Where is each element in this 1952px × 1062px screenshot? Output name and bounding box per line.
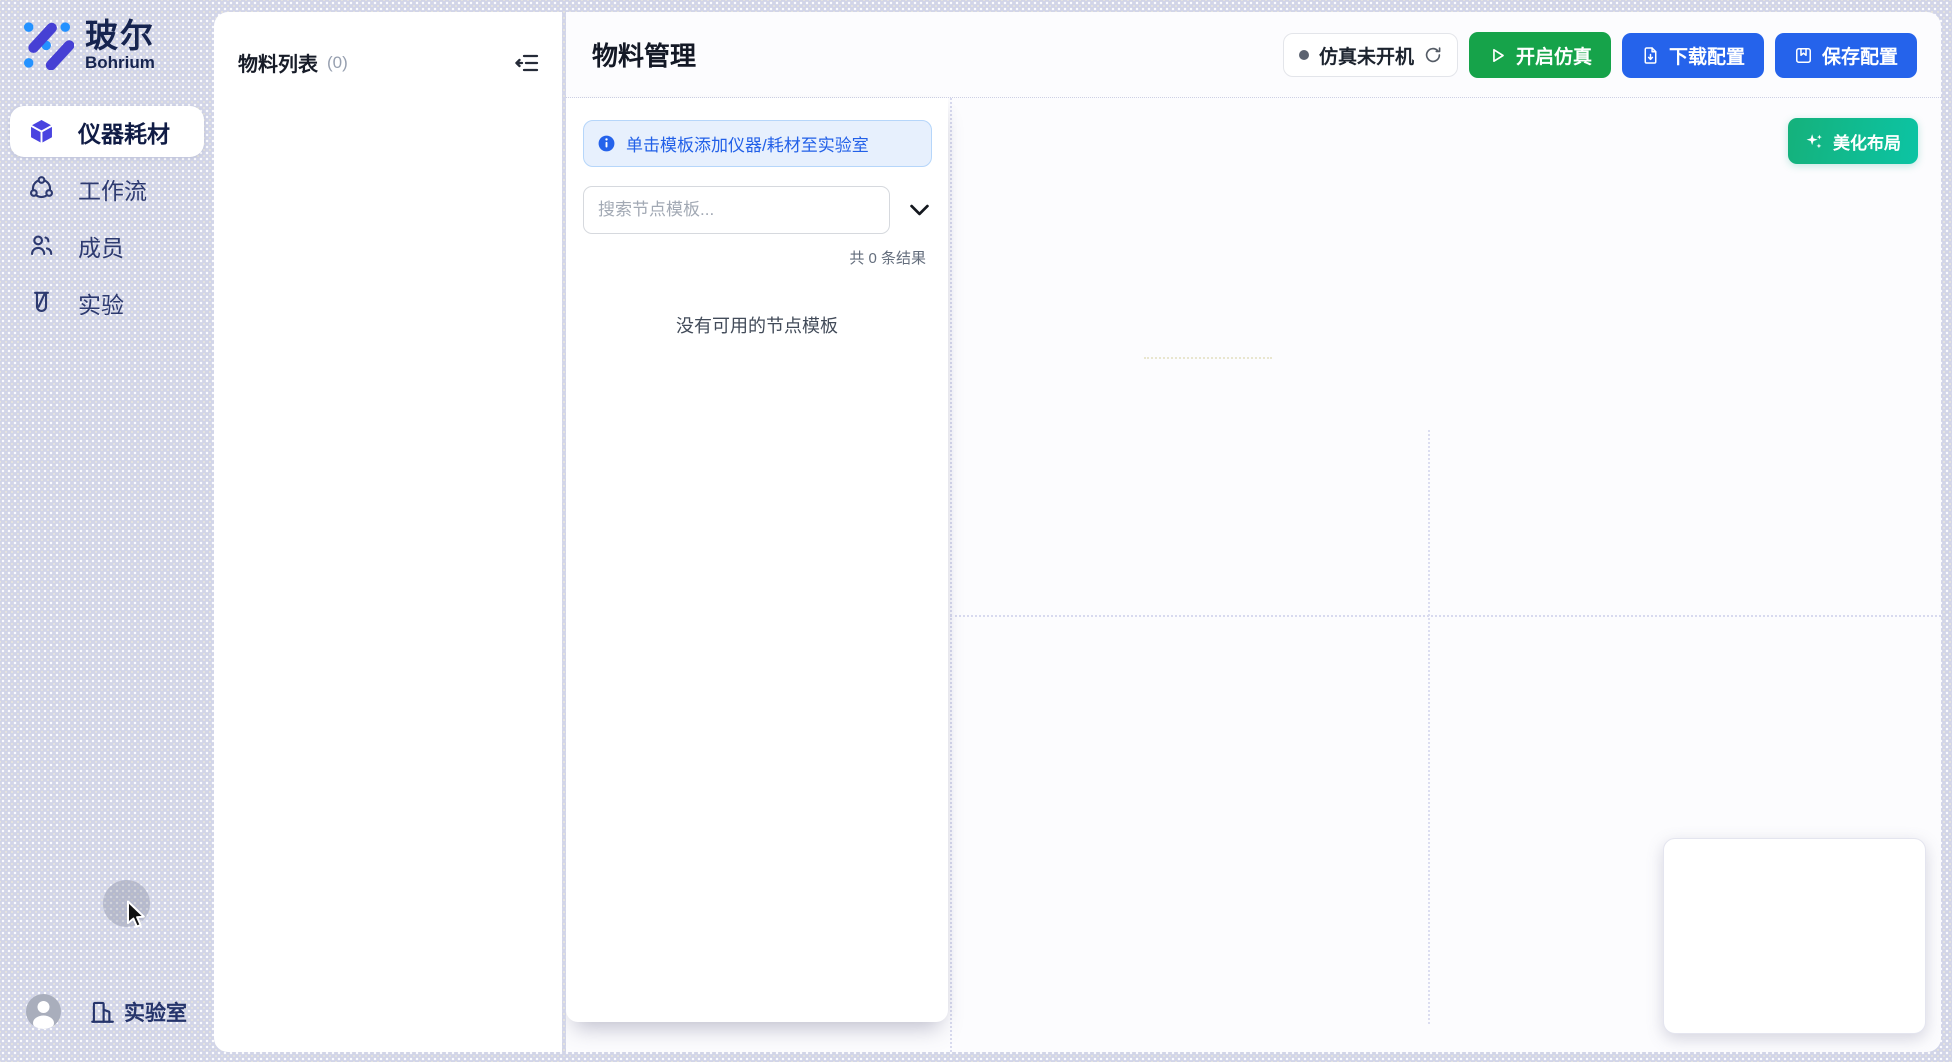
canvas-header: 物料管理 仿真未开机 开启仿真 [566, 12, 1941, 98]
sidebar-item-label: 实验 [78, 286, 124, 320]
sidebar-item-label: 工作流 [78, 172, 147, 206]
refresh-icon[interactable] [1424, 46, 1442, 64]
cube-icon [28, 118, 55, 145]
members-icon [28, 232, 55, 259]
start-simulation-button[interactable]: 开启仿真 [1469, 32, 1611, 78]
beautify-layout-label: 美化布局 [1833, 129, 1901, 154]
play-icon [1488, 46, 1507, 65]
file-download-icon [1641, 46, 1660, 65]
save-config-label: 保存配置 [1822, 42, 1898, 69]
collapse-panel-button[interactable] [514, 51, 540, 75]
material-list-header: 物料列表 (0) [214, 12, 562, 77]
sidebar-item-workflow[interactable]: 工作流 [10, 163, 204, 214]
expand-filter-button[interactable] [909, 203, 930, 217]
template-hint-text: 单击模板添加仪器/耗材至实验室 [626, 131, 869, 156]
mouse-cursor-icon [126, 900, 149, 931]
save-config-button[interactable]: 保存配置 [1775, 33, 1917, 78]
simulation-status-text: 仿真未开机 [1319, 42, 1414, 69]
download-config-button[interactable]: 下载配置 [1622, 33, 1764, 78]
template-empty-text: 没有可用的节点模板 [566, 312, 948, 338]
simulation-status-pill[interactable]: 仿真未开机 [1283, 33, 1458, 77]
canvas-guide-horizontal [950, 615, 1941, 617]
template-search-input[interactable] [583, 186, 890, 234]
status-dot-icon [1299, 50, 1309, 60]
lab-entry-label: 实验室 [124, 997, 187, 1027]
sidebar-item-experiments[interactable]: 实验 [10, 277, 204, 328]
canvas-guide-vertical [1428, 430, 1430, 1024]
material-list-panel: 物料列表 (0) [214, 12, 562, 1052]
canvas-guide-horizontal [1144, 357, 1272, 359]
material-list-title: 物料列表 [238, 48, 318, 77]
brand-name-en: Bohrium [85, 54, 155, 72]
avatar[interactable] [26, 994, 61, 1029]
template-hint-banner: 单击模板添加仪器/耗材至实验室 [583, 120, 932, 167]
building-icon [89, 999, 115, 1025]
canvas-guide-vertical [950, 98, 952, 1052]
collapse-panel-icon [515, 52, 539, 74]
template-result-count: 共 0 条结果 [566, 247, 926, 268]
beautify-layout-button[interactable]: 美化布局 [1788, 118, 1918, 164]
bohrium-logo-icon [20, 16, 74, 70]
sidebar-nav: 仪器耗材 工作流 成员 [10, 106, 204, 334]
sidebar-item-label: 仪器耗材 [78, 115, 170, 149]
sidebar-item-instruments[interactable]: 仪器耗材 [10, 106, 204, 157]
minimap[interactable] [1663, 838, 1926, 1034]
brand-name-cn: 玻尔 [85, 18, 155, 54]
sparkles-icon [1805, 132, 1824, 151]
experiment-icon [28, 289, 55, 316]
node-template-panel: 单击模板添加仪器/耗材至实验室 共 0 条结果 没有可用的节点模板 [566, 98, 948, 1022]
sidebar-item-members[interactable]: 成员 [10, 220, 204, 271]
canvas-area[interactable]: 物料管理 仿真未开机 开启仿真 [566, 12, 1941, 1052]
material-list-count: (0) [327, 53, 348, 73]
app-window: 玻尔 Bohrium 仪器耗材 工作流 [0, 0, 1952, 1062]
lab-entry[interactable]: 实验室 [89, 997, 187, 1027]
template-search-row [583, 186, 932, 234]
save-icon [1794, 46, 1813, 65]
info-icon [597, 134, 616, 153]
sidebar-item-label: 成员 [78, 229, 124, 263]
page-title: 物料管理 [592, 36, 696, 73]
user-icon [26, 994, 61, 1029]
sidebar-footer: 实验室 [26, 994, 187, 1029]
brand: 玻尔 Bohrium [20, 16, 155, 72]
start-simulation-label: 开启仿真 [1516, 42, 1592, 69]
header-controls: 仿真未开机 开启仿真 [1283, 12, 1917, 98]
chevron-down-icon [909, 203, 930, 217]
workflow-icon [28, 175, 55, 202]
download-config-label: 下载配置 [1669, 42, 1745, 69]
